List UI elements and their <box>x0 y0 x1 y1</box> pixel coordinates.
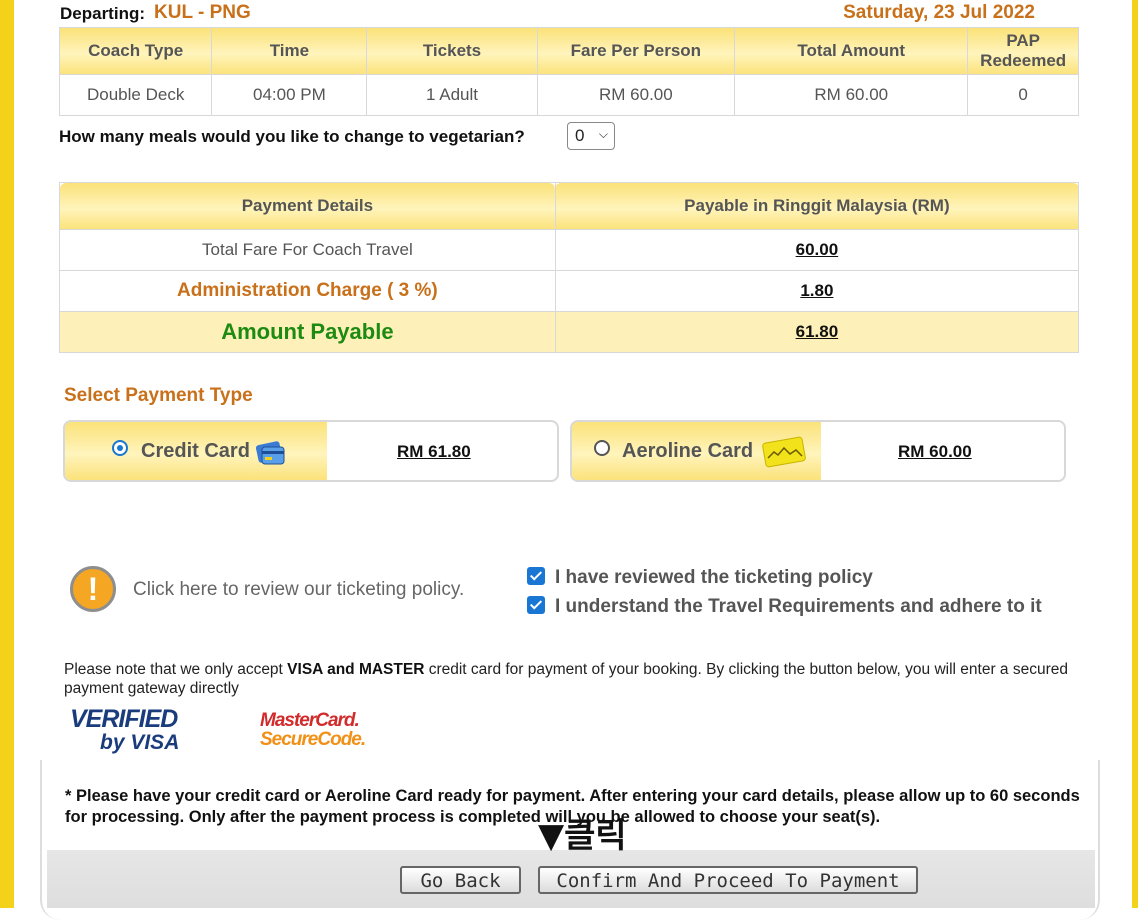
credit-card-label: Credit Card <box>141 440 250 462</box>
vegetarian-meal-select[interactable]: 0 ⌵ <box>567 122 615 150</box>
credit-card-radio[interactable] <box>112 440 128 456</box>
aeroline-card-radio[interactable] <box>594 440 610 456</box>
table-row: Double Deck 04:00 PM 1 Adult RM 60.00 RM… <box>58 74 1079 116</box>
aeroline-card-label: Aeroline Card <box>622 440 754 462</box>
cell-time: 04:00 PM <box>211 74 368 116</box>
col-tickets: Tickets <box>366 27 538 75</box>
cell-tickets: 1 Adult <box>366 74 538 116</box>
col-coach-type: Coach Type <box>58 27 213 75</box>
table-row: Amount Payable 61.80 <box>59 311 1080 353</box>
verified-by-visa-logo: VERIFIED by VISA <box>70 705 180 754</box>
left-frame-border <box>0 0 14 908</box>
accepted-cards: VISA and MASTER <box>287 661 425 678</box>
chevron-down-icon: ⌵ <box>598 127 608 141</box>
payment-type-title: Select Payment Type <box>64 385 253 406</box>
credit-card-icon <box>255 441 285 465</box>
credit-card-amount: RM 61.80 <box>397 442 471 461</box>
fare-amount: 60.00 <box>554 229 1080 271</box>
click-annotation: ▼클릭 <box>538 816 627 856</box>
trip-summary-table: Coach Type Time Tickets Fare Per Person … <box>58 27 1079 116</box>
go-back-button[interactable]: Go Back <box>400 866 521 894</box>
cell-total: RM 60.00 <box>734 74 969 116</box>
travel-requirements-checkbox[interactable] <box>527 596 545 614</box>
warning-icon[interactable]: ! <box>70 566 116 612</box>
payment-details-table: Payment Details Payable in Ringgit Malay… <box>59 182 1080 353</box>
departure-route: KUL - PNG <box>154 2 251 23</box>
table-row: Administration Charge ( 3 %) 1.80 <box>59 270 1080 312</box>
payment-option-aeroline-card[interactable]: Aeroline Card RM 60.00 <box>570 420 1066 482</box>
vegetarian-question: How many meals would you like to change … <box>59 127 525 146</box>
col-total-amount: Total Amount <box>734 27 969 75</box>
payment-header-row: Payment Details Payable in Ringgit Malay… <box>59 182 1080 230</box>
cell-fare: RM 60.00 <box>536 74 736 116</box>
admin-charge-label: Administration Charge ( 3 %) <box>59 270 556 312</box>
trip-header-row: Coach Type Time Tickets Fare Per Person … <box>58 27 1079 75</box>
col-time: Time <box>211 27 368 75</box>
mastercard-securecode-logo: MasterCard. SecureCode. <box>260 710 366 750</box>
departure-header: Departing: KUL - PNG Saturday, 23 Jul 20… <box>60 2 1080 26</box>
payment-note: Please note that we only accept VISA and… <box>64 661 1068 697</box>
amount-payable-value: 61.80 <box>554 311 1080 353</box>
departure-date: Saturday, 23 Jul 2022 <box>843 2 1035 23</box>
payment-option-credit-card[interactable]: Credit Card RM 61.80 <box>63 420 559 482</box>
departure-label: Departing: <box>60 4 145 23</box>
travel-requirements-label: I understand the Travel Requirements and… <box>555 596 1042 617</box>
col-payment-details: Payment Details <box>59 182 556 230</box>
aeroline-card-icon <box>762 436 806 468</box>
col-payable-rm: Payable in Ringgit Malaysia (RM) <box>554 182 1080 230</box>
col-fare-per-person: Fare Per Person <box>536 27 736 75</box>
reviewed-policy-label: I have reviewed the ticketing policy <box>555 567 873 588</box>
ticketing-policy-link[interactable]: Click here to review our ticketing polic… <box>133 579 464 601</box>
reviewed-policy-checkbox[interactable] <box>527 567 545 585</box>
confirm-payment-button[interactable]: Confirm And Proceed To Payment <box>538 866 918 894</box>
amount-payable-label: Amount Payable <box>59 311 556 353</box>
table-row: Total Fare For Coach Travel 60.00 <box>59 229 1080 271</box>
vegetarian-select-value: 0 <box>575 126 585 145</box>
cell-coach-type: Double Deck <box>58 74 213 116</box>
admin-charge-amount: 1.80 <box>554 270 1080 312</box>
aeroline-card-amount: RM 60.00 <box>898 442 972 461</box>
fare-label: Total Fare For Coach Travel <box>59 229 556 271</box>
right-frame-border <box>1132 0 1138 908</box>
col-pap-redeemed: PAP Redeemed <box>967 27 1079 75</box>
cell-pap: 0 <box>967 74 1079 116</box>
